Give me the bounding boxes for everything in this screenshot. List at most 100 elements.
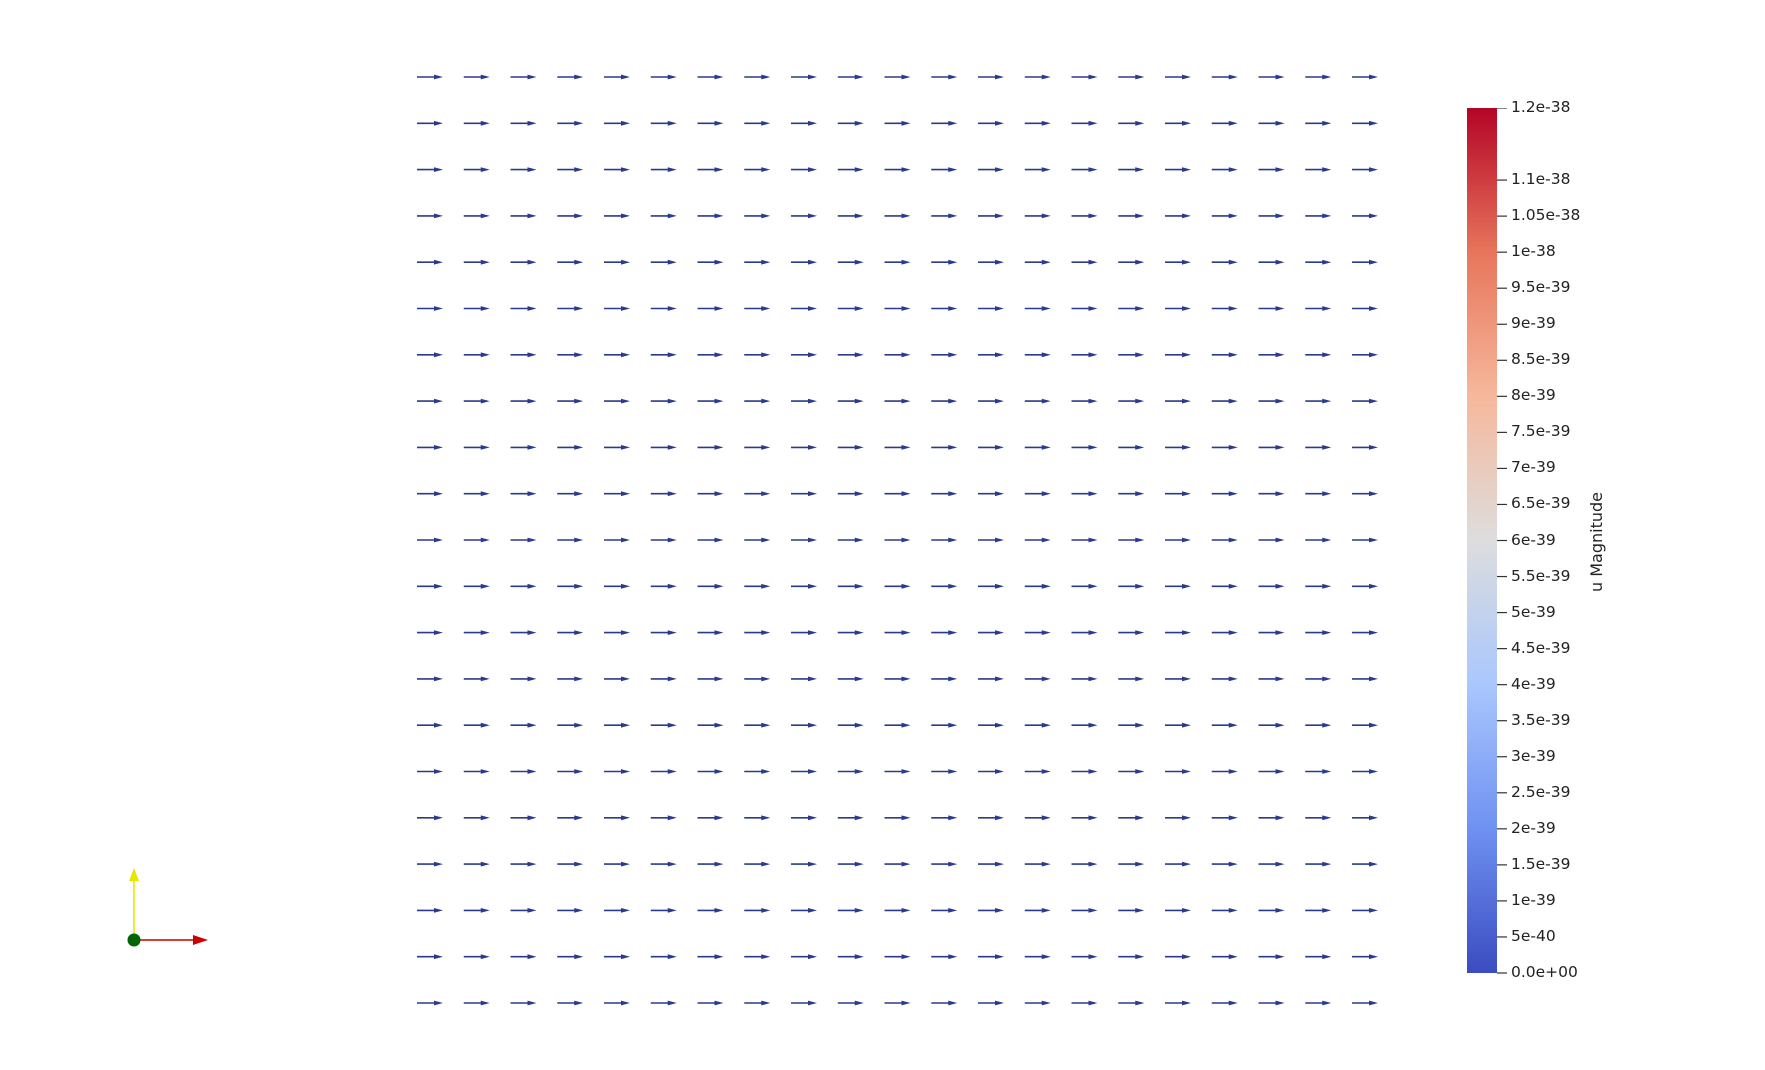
vector-glyph-icon: [1211, 722, 1238, 728]
vector-glyph-icon: [1118, 491, 1145, 497]
vector-glyph-icon: [1258, 306, 1285, 311]
vector-glyph-icon: [510, 908, 537, 913]
vector-glyph-icon: [1024, 583, 1051, 589]
vector-glyph-icon: [557, 259, 584, 265]
scalar-bar-ticks: [1497, 108, 1507, 974]
vector-glyph-icon: [557, 445, 584, 450]
vector-glyph-icon: [604, 815, 630, 821]
vector-glyph-icon: [1165, 954, 1191, 960]
vector-glyph-icon: [697, 954, 724, 960]
vector-glyph-icon: [463, 259, 490, 265]
vector-glyph-icon: [463, 445, 490, 450]
vector-glyph-icon: [650, 398, 677, 404]
vector-glyph-icon: [837, 815, 864, 821]
vector-glyph-icon: [1352, 213, 1378, 219]
vector-glyph-icon: [1352, 908, 1378, 913]
vector-glyph-icon: [1165, 74, 1191, 80]
vector-glyph-icon: [1211, 213, 1238, 219]
vector-glyph-icon: [978, 1000, 1004, 1006]
vector-glyph-icon: [791, 306, 817, 311]
vector-glyph-icon: [978, 491, 1004, 497]
vector-glyph-icon: [1165, 120, 1191, 126]
vector-glyph-icon: [791, 815, 817, 821]
vector-glyph-icon: [510, 815, 537, 821]
vector-glyph-icon: [931, 537, 958, 543]
vector-glyph-icon: [1071, 769, 1098, 774]
vector-glyph-icon: [978, 167, 1004, 172]
scalar-bar-tick-label: 3e-39: [1511, 746, 1556, 765]
vector-glyph-icon: [463, 722, 490, 728]
vector-glyph-icon: [1118, 352, 1145, 358]
vector-glyph-icon: [931, 306, 958, 311]
vector-glyph-icon: [1305, 120, 1332, 126]
vector-glyph-icon: [557, 306, 584, 311]
vector-glyph-icon: [744, 398, 771, 404]
vector-glyph-icon: [557, 908, 584, 913]
vector-glyph-icon: [837, 954, 864, 960]
vector-glyph-icon: [697, 74, 724, 80]
vector-glyph-icon: [791, 398, 817, 404]
vector-glyph-icon: [1305, 167, 1332, 172]
vector-glyph-icon: [510, 352, 537, 358]
vector-glyph-icon: [650, 630, 677, 635]
vector-glyph-icon: [884, 306, 911, 311]
vector-glyph-icon: [604, 259, 630, 265]
vector-glyph-icon: [463, 954, 490, 960]
vector-glyph-icon: [791, 630, 817, 635]
vector-glyph-icon: [463, 583, 490, 589]
vector-glyph-icon: [1024, 491, 1051, 497]
vector-glyph-icon: [931, 1000, 958, 1006]
vector-glyph-icon: [1071, 1000, 1098, 1006]
vector-glyph-icon: [1118, 537, 1145, 543]
vector-glyph-icon: [1258, 445, 1285, 450]
scalar-bar-tick-label: 4.5e-39: [1511, 638, 1571, 657]
vector-glyph-icon: [1071, 259, 1098, 265]
vector-glyph-icon: [744, 583, 771, 589]
vector-glyph-icon: [1118, 954, 1145, 960]
vector-glyph-icon: [417, 213, 443, 219]
render-viewport[interactable]: 1.2e-38 1.1e-38 1.05e-38 1e-38 9.5e-39 9e-39 8…: [0, 0, 1765, 1070]
vector-glyph-icon: [650, 676, 677, 682]
vector-glyph-icon: [1118, 722, 1145, 728]
scalar-bar-tick-label: 1e-38: [1511, 242, 1556, 261]
vector-glyph-icon: [744, 722, 771, 728]
vector-glyph-icon: [1071, 74, 1098, 80]
vector-glyph-icon: [1118, 815, 1145, 821]
scalar-bar-tick-label: 5e-40: [1511, 926, 1556, 945]
vector-glyph-icon: [510, 537, 537, 543]
vector-glyph-icon: [978, 676, 1004, 682]
vector-glyph-icon: [697, 908, 724, 913]
vector-glyph-icon: [1024, 1000, 1051, 1006]
vector-glyph-icon: [1305, 630, 1332, 635]
vector-glyph-icon: [1118, 167, 1145, 172]
vector-glyph-icon: [1352, 954, 1378, 960]
vector-glyph-icon: [1352, 167, 1378, 172]
orientation-axes: [127, 868, 208, 947]
vector-glyph-icon: [697, 491, 724, 497]
vector-glyph-icon: [884, 954, 911, 960]
scalar-bar-tick-label: 1.5e-39: [1511, 854, 1571, 873]
vector-glyph-icon: [1352, 120, 1378, 126]
vector-glyph-icon: [1305, 398, 1332, 404]
vector-glyph-icon: [1258, 352, 1285, 358]
vector-glyph-icon: [1352, 537, 1378, 543]
vector-glyph-icon: [1211, 954, 1238, 960]
vector-glyph-icon: [1211, 306, 1238, 311]
vector-glyph-icon: [884, 491, 911, 497]
vector-glyph-icon: [510, 676, 537, 682]
vector-glyph-icon: [1211, 352, 1238, 358]
vector-glyph-icon: [463, 120, 490, 126]
vector-glyph-icon: [1305, 352, 1332, 358]
vector-glyph-icon: [791, 676, 817, 682]
vector-glyph-icon: [978, 537, 1004, 543]
vector-glyph-icon: [604, 445, 630, 450]
vector-glyph-icon: [510, 954, 537, 960]
scalar-bar-tick-label: 8e-39: [1511, 386, 1556, 405]
vector-glyph-icon: [1211, 676, 1238, 682]
vector-glyph-icon: [837, 398, 864, 404]
vector-glyph-icon: [1118, 74, 1145, 80]
vector-glyph-icon: [557, 676, 584, 682]
scalar-bar-rect: [1467, 108, 1497, 973]
vector-glyph-icon: [1258, 537, 1285, 543]
vector-glyph-icon: [931, 352, 958, 358]
